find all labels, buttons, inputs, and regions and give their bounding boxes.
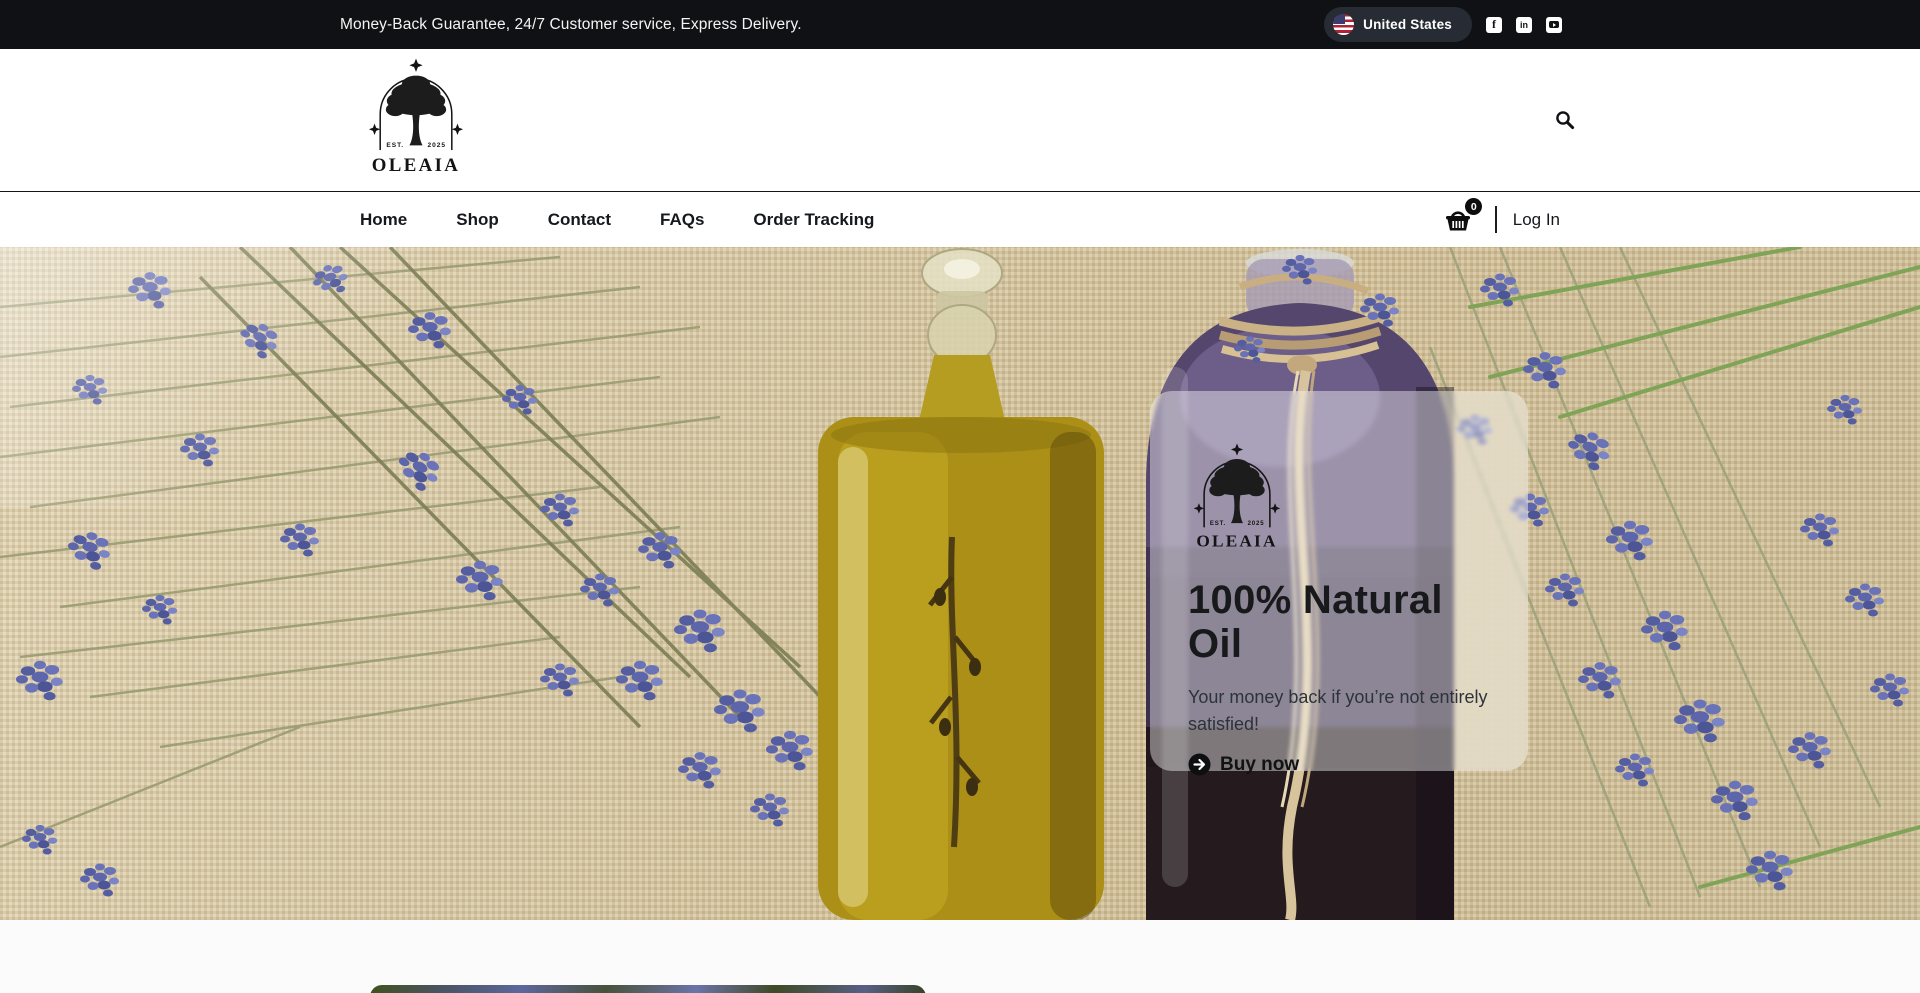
oil-bottle-yellow — [818, 249, 1104, 920]
logo-est: EST. — [386, 142, 404, 149]
nav-item-shop[interactable]: Shop — [456, 210, 499, 230]
buy-now-label: Buy now — [1220, 754, 1299, 776]
nav-right: 0 Log In — [1443, 206, 1560, 233]
topbar-message: Money-Back Guarantee, 24/7 Customer serv… — [340, 16, 802, 34]
youtube-icon[interactable] — [1546, 17, 1562, 33]
divider — [1495, 206, 1497, 233]
card-logo-brand: OLEAIA — [1196, 531, 1277, 550]
nav-item-contact[interactable]: Contact — [548, 210, 611, 230]
next-section — [0, 920, 1920, 993]
header: EST. 2025 OLEAIA — [0, 49, 1920, 192]
hero-light-fade — [0, 247, 420, 507]
facebook-icon[interactable]: f — [1486, 17, 1502, 33]
search-button[interactable] — [1550, 105, 1580, 135]
oleaia-logo: EST. 2025 OLEAIA — [367, 56, 465, 180]
linkedin-icon[interactable]: in — [1516, 17, 1532, 33]
hero-promo-card: EST. 2025 OLEAIA 100% Natural Oil Your m… — [1150, 391, 1528, 771]
nav-item-home[interactable]: Home — [360, 210, 407, 230]
hero-subtext: Your money back if you’re not entirely s… — [1188, 684, 1488, 738]
arrow-circle-icon — [1188, 753, 1211, 776]
login-link[interactable]: Log In — [1513, 210, 1560, 230]
nav-item-faqs[interactable]: FAQs — [660, 210, 704, 230]
cart-button[interactable]: 0 — [1443, 206, 1473, 233]
buy-now-link[interactable]: Buy now — [1188, 753, 1490, 776]
card-logo-est: EST. — [1210, 521, 1226, 527]
topbar-right: United States f in — [1324, 7, 1562, 42]
site-logo[interactable]: EST. 2025 OLEAIA — [367, 56, 465, 185]
social-links: f in — [1486, 17, 1562, 33]
country-selector[interactable]: United States — [1324, 7, 1472, 42]
hero-section: EST. 2025 OLEAIA 100% Natural Oil Your m… — [0, 247, 1920, 920]
card-oleaia-logo: EST. 2025 OLEAIA — [1192, 443, 1282, 553]
cart-count-badge: 0 — [1465, 198, 1482, 215]
product-image — [370, 985, 926, 993]
nav-list: Home Shop Contact FAQs Order Tracking — [360, 210, 874, 230]
card-logo-year: 2025 — [1248, 521, 1265, 527]
hero-heading: 100% Natural Oil — [1188, 578, 1490, 666]
nav-item-order-tracking[interactable]: Order Tracking — [753, 210, 874, 230]
logo-year: 2025 — [428, 142, 446, 149]
main-nav: Home Shop Contact FAQs Order Tracking — [0, 192, 1920, 247]
search-icon — [1554, 109, 1576, 131]
page: Money-Back Guarantee, 24/7 Customer serv… — [0, 0, 1920, 993]
country-label: United States — [1363, 17, 1452, 32]
us-flag-icon — [1333, 14, 1354, 35]
logo-brand: OLEAIA — [372, 154, 460, 175]
topbar: Money-Back Guarantee, 24/7 Customer serv… — [0, 0, 1920, 49]
